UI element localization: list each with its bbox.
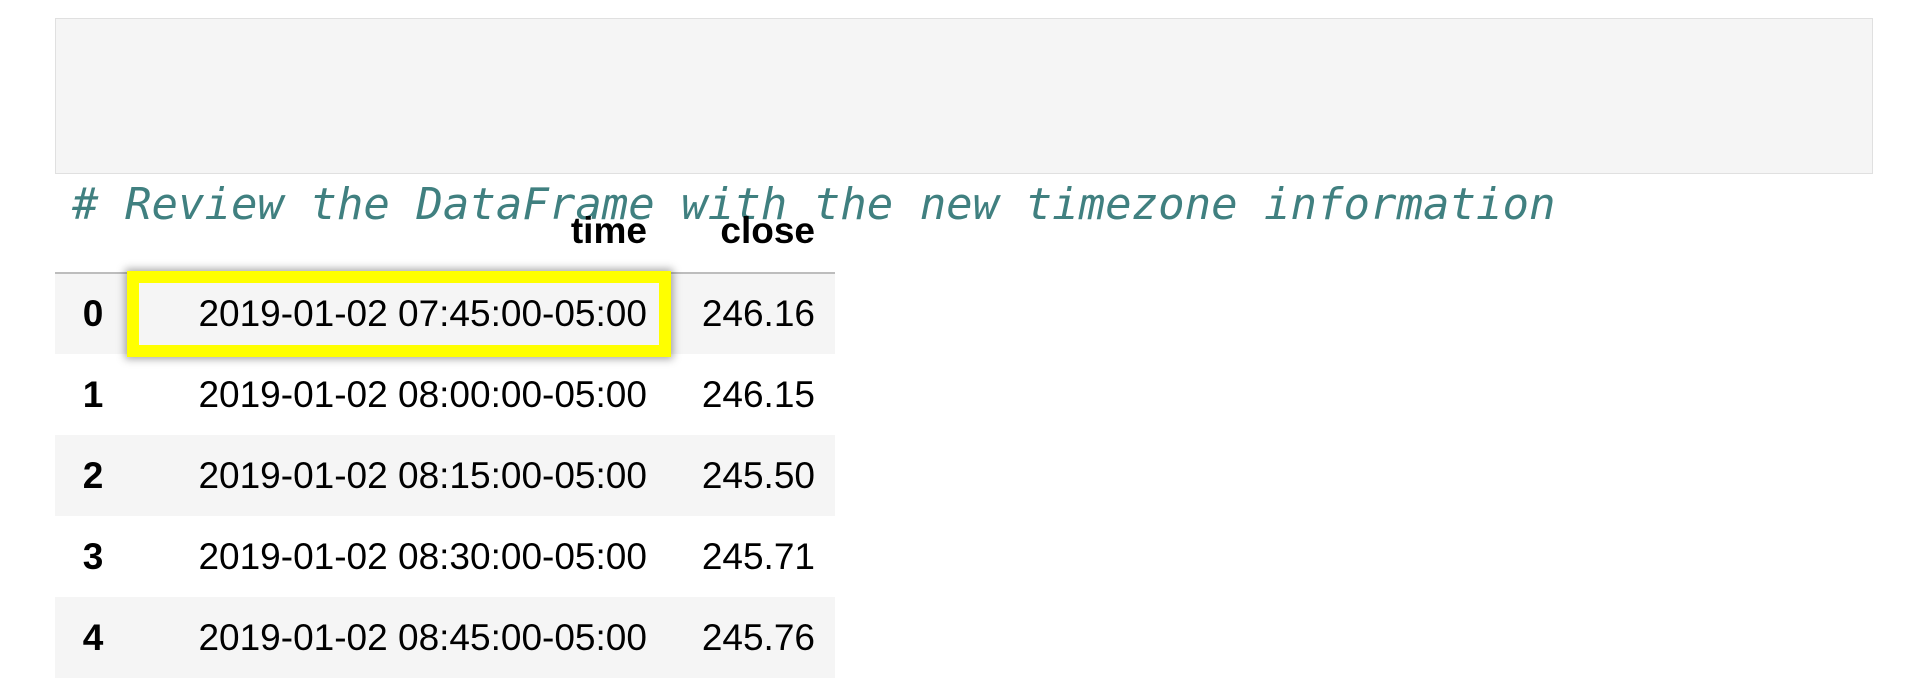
close-cell: 245.50 (701, 454, 815, 496)
time-cell: 2019-01-02 07:45:00-05:00 (127, 271, 671, 357)
row-index: 3 (82, 535, 104, 577)
row-index: 4 (82, 616, 104, 658)
row-index: 0 (82, 293, 104, 334)
time-cell: 2019-01-02 08:45:00-05:00 (198, 616, 647, 658)
close-cell: 245.71 (701, 535, 815, 577)
table-row: 2 2019-01-02 08:15:00-05:00 245.50 (55, 435, 835, 516)
index-header (55, 190, 131, 274)
close-cell: 246.15 (701, 373, 815, 415)
table-row: 4 2019-01-02 08:45:00-05:00 245.76 (55, 597, 835, 678)
time-cell: 2019-01-02 08:15:00-05:00 (198, 454, 647, 496)
time-value: 2019-01-02 07:45:00-05:00 (198, 293, 647, 334)
row-index: 1 (82, 373, 104, 415)
table-row: 1 2019-01-02 08:00:00-05:00 246.15 (55, 354, 835, 435)
table-row: 3 2019-01-02 08:30:00-05:00 245.71 (55, 516, 835, 597)
table-header-row: time close (55, 190, 835, 274)
column-header-close: close (666, 190, 835, 274)
code-cell[interactable]: # Review the DataFrame with the new time… (55, 18, 1873, 410)
dataframe-output-table: time close 0 2019-01-02 07:45:00-05:00 2… (55, 190, 835, 678)
column-header-time: time (131, 190, 667, 274)
row-index: 2 (82, 454, 104, 496)
close-cell: 246.16 (701, 293, 815, 334)
close-cell: 245.76 (701, 616, 815, 658)
table-row: 0 2019-01-02 07:45:00-05:00 246.16 (55, 271, 835, 357)
time-cell: 2019-01-02 08:30:00-05:00 (198, 535, 647, 577)
time-cell: 2019-01-02 08:00:00-05:00 (198, 373, 647, 415)
